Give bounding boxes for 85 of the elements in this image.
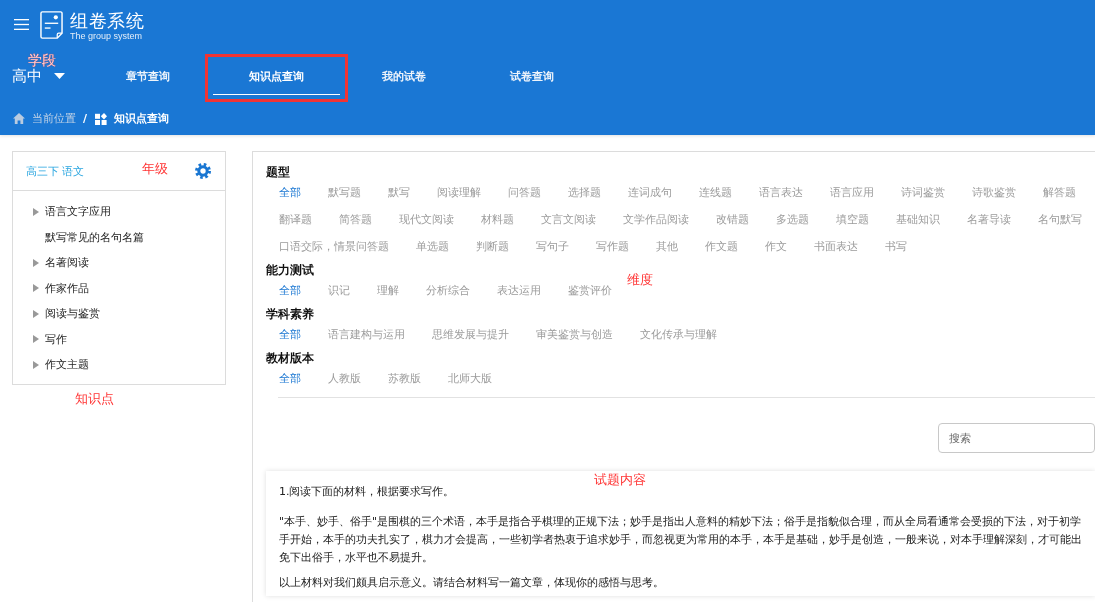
tree-item[interactable]: 语言文字应用	[13, 199, 225, 225]
filter-option[interactable]: 阅读理解	[437, 185, 481, 201]
filter-option[interactable]: 解答题	[1043, 185, 1076, 201]
stage-dropdown[interactable]: 高中	[12, 66, 65, 86]
tree-item[interactable]: 默写常见的名句名篇	[13, 224, 225, 250]
filter-option[interactable]: 语言应用	[830, 185, 874, 201]
filter-option[interactable]: 基础知识	[896, 212, 940, 228]
filter-label: 教材版本	[266, 352, 315, 365]
filter-option[interactable]: 口语交际，情景问答题	[279, 239, 389, 255]
app-subtitle: The group system	[70, 30, 144, 41]
filter-option[interactable]: 诗歌鉴赏	[972, 185, 1016, 201]
tree-item[interactable]: 写作	[13, 326, 225, 352]
filter-option[interactable]: 翻译题	[279, 212, 312, 228]
filter-label: 题型	[266, 166, 291, 179]
filter-option[interactable]: 多选题	[776, 212, 809, 228]
filter-option[interactable]: 书写	[885, 239, 907, 255]
filter-option[interactable]: 人教版	[328, 371, 361, 387]
filter-label: 学科素养	[266, 308, 315, 321]
filter-option[interactable]: 默写题	[328, 185, 361, 201]
filter-option[interactable]: 文言文阅读	[541, 212, 596, 228]
filter-option[interactable]: 作文题	[705, 239, 738, 255]
settings-icon[interactable]	[195, 163, 211, 179]
filter-option[interactable]: 语言表达	[759, 185, 803, 201]
filter-option[interactable]: 全部	[279, 283, 301, 299]
question-instruction: 以上材料对我们颇具启示意义。请结合材料写一篇文章，体现你的感悟与思考。	[279, 575, 665, 591]
filter-option[interactable]: 填空题	[836, 212, 869, 228]
tree-item[interactable]: 作文主题	[13, 352, 225, 378]
filter-option[interactable]: 连词成句	[628, 185, 672, 201]
filter-option[interactable]: 全部	[279, 185, 301, 201]
filter-option[interactable]: 书面表达	[814, 239, 858, 255]
annotation-label: 知识点	[75, 390, 115, 406]
filter-option[interactable]: 作文	[765, 239, 787, 255]
filter-option[interactable]: 问答题	[508, 185, 541, 201]
filter-option[interactable]: 名句默写	[1038, 212, 1082, 228]
filter-option[interactable]: 材料题	[481, 212, 514, 228]
filter-option[interactable]: 现代文阅读	[399, 212, 454, 228]
app-title: 组卷系统	[70, 9, 144, 31]
filter-option[interactable]: 文学作品阅读	[623, 212, 689, 228]
filter-option[interactable]: 连线题	[699, 185, 732, 201]
filter-option[interactable]: 北师大版	[448, 371, 492, 387]
filter-option[interactable]: 苏教版	[388, 371, 421, 387]
filter-option[interactable]: 思维发展与提升	[432, 327, 509, 343]
annotation-label: 维度	[627, 271, 653, 287]
nav-tab[interactable]: 知识点查询	[204, 54, 348, 102]
filter-option[interactable]: 写句子	[536, 239, 569, 255]
filter-option[interactable]: 名著导读	[967, 212, 1011, 228]
filter-option[interactable]: 默写	[388, 185, 410, 201]
grade-title: 高三下 语文	[26, 163, 85, 179]
tree-item[interactable]: 名著阅读	[13, 250, 225, 276]
annotation-label: 试题内容	[594, 472, 646, 487]
filter-option[interactable]: 简答题	[339, 212, 372, 228]
filter-option[interactable]: 写作题	[596, 239, 629, 255]
filter-option[interactable]: 表达运用	[497, 283, 541, 299]
breadcrumb-current: 知识点查询	[114, 111, 170, 126]
annotation-label: 学段	[28, 53, 56, 68]
caret-icon	[54, 73, 65, 79]
filter-option[interactable]: 文化传承与理解	[640, 327, 717, 343]
breadcrumb-separator: /	[83, 112, 88, 125]
filter-label: 能力测试	[266, 264, 315, 277]
filter-option[interactable]: 理解	[377, 283, 399, 299]
filter-option[interactable]: 语言建构与运用	[328, 327, 405, 343]
breadcrumb-link[interactable]: 当前位置	[32, 111, 76, 126]
menu-icon[interactable]	[14, 18, 29, 30]
filter-option[interactable]: 选择题	[568, 185, 601, 201]
document-icon	[40, 10, 63, 39]
search-field[interactable]: 搜索	[938, 423, 1095, 453]
nav-tab[interactable]: 试卷查询	[468, 54, 596, 102]
home-icon	[13, 113, 25, 124]
filter-option[interactable]: 识记	[328, 283, 350, 299]
filter-option[interactable]: 改错题	[716, 212, 749, 228]
tree-item[interactable]: 阅读与鉴赏	[13, 301, 225, 327]
filter-option[interactable]: 鉴赏评价	[568, 283, 612, 299]
filter-option[interactable]: 全部	[279, 371, 301, 387]
filter-option[interactable]: 诗词鉴赏	[901, 185, 945, 201]
widgets-icon	[95, 112, 108, 125]
filter-option[interactable]: 单选题	[416, 239, 449, 255]
tree-item[interactable]: 作家作品	[13, 275, 225, 301]
filter-option[interactable]: 审美鉴赏与创造	[536, 327, 613, 343]
filter-option[interactable]: 全部	[279, 327, 301, 343]
question-paragraph: "本手、妙手、俗手"是围棋的三个术语，本手是指合乎棋理的正规下法；妙手是指出人意料的精妙下法；俗手是指貌似合理，而从全局看通常会受损的下法，对于初学 手开始，本手的功夫扎实了，棋力才会提高，一些初学者热衷于追求妙手，而忽视更为常用的本手，本手是基础，妙手是创造，一般来说，对本手理解深刻，才可能出 免下出俗手，水平也不易提升。	[279, 514, 1083, 566]
question-title: 1.阅读下面的材料，根据要求写作。	[279, 484, 456, 500]
filter-option[interactable]: 分析综合	[426, 283, 470, 299]
filter-option[interactable]: 其他	[656, 239, 678, 255]
filter-option[interactable]: 判断题	[476, 239, 509, 255]
annotation-label: 年级	[142, 161, 168, 176]
